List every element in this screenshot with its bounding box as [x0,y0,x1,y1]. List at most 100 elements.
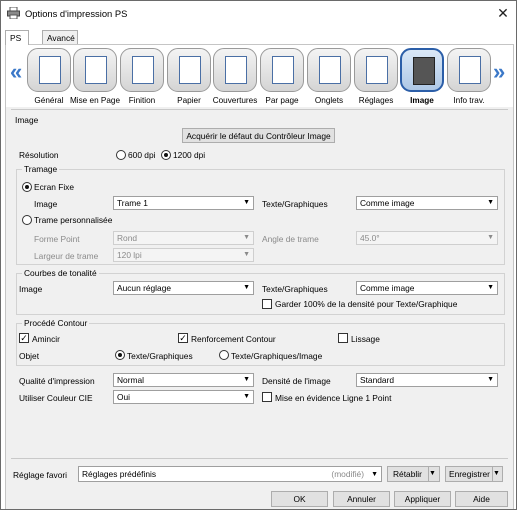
enregistrer-label: Enregistrer [449,469,490,479]
densite-select[interactable]: Standard ▼ [356,373,498,387]
job-info-icon[interactable] [447,48,491,92]
icon-label-image: Image [410,96,434,105]
chevron-down-icon: ▼ [371,471,378,478]
tramage-texte-select[interactable]: Comme image ▼ [356,196,498,210]
courbes-texte-label: Texte/Graphiques [262,284,328,294]
acquire-default-button[interactable]: Acquérir le défaut du Contrôleur Image [182,128,335,143]
settings-icon[interactable] [354,48,398,92]
resolution-1200-label: 1200 dpi [173,150,206,160]
tab-ps[interactable]: PS [5,30,29,45]
image-icon[interactable] [400,48,444,92]
amincir-checkbox[interactable]: ✓ [19,333,29,343]
renforcement-label: Renforcement Contour [191,334,276,344]
evidence-checkbox[interactable] [262,392,272,402]
title-bar: Options d'impression PS ✕ [1,1,516,25]
tramage-image-select[interactable]: Trame 1 ▼ [113,196,254,210]
courbes-texte-value: Comme image [360,283,415,293]
largeur-trame-label: Largeur de trame [34,251,99,261]
scroll-right-icon[interactable]: » [493,61,505,83]
garder-checkbox[interactable] [262,299,272,309]
courbes-texte-select[interactable]: Comme image ▼ [356,281,498,295]
cancel-button[interactable]: Annuler [333,491,390,507]
chevron-down-icon: ▼ [243,284,250,291]
ecran-fixe-label: Ecran Fixe [34,182,75,192]
icon-label-job-info: Info trav. [453,96,485,105]
icon-label-paper: Papier [177,96,201,105]
window-title: Options d'impression PS [25,8,128,19]
largeur-trame-value: 120 lpi [117,250,142,260]
retablir-label: Rétablir [393,469,422,479]
tramage-texte-label: Texte/Graphiques [262,199,328,209]
forme-point-select[interactable]: Rond ▼ [113,231,254,245]
icon-label-general: Général [34,96,64,105]
forme-point-value: Rond [117,233,138,243]
densite-value: Standard [360,375,394,385]
chevron-down-icon: ▼ [243,393,250,400]
chevron-down-icon[interactable]: ▼ [428,467,439,481]
tramage-image-label: Image [34,199,58,209]
chevron-down-icon: ▼ [487,199,494,206]
retablir-button[interactable]: Rétablir ▼ [387,466,440,482]
lissage-checkbox[interactable] [338,333,348,343]
help-button[interactable]: Aide [455,491,508,507]
courbes-title: Courbes de tonalité [22,268,99,278]
tramage-texte-value: Comme image [360,198,415,208]
chevron-down-icon: ▼ [487,376,494,383]
largeur-trame-select[interactable]: 120 lpi ▼ [113,248,254,262]
angle-trame-value: 45.0° [360,233,380,243]
image-section-title: Image [15,115,39,125]
resolution-600-radio[interactable] [116,150,126,160]
objet-texte-radio[interactable] [115,350,125,360]
icon-label-per-page: Par page [265,96,299,105]
contour-title: Procédé Contour [22,318,90,328]
covers-icon[interactable] [213,48,257,92]
apply-button[interactable]: Appliquer [394,491,451,507]
tabs-icon[interactable] [307,48,351,92]
print-options-dialog: Options d'impression PS ✕ PS Avancé « » … [0,0,517,510]
scroll-left-icon[interactable]: « [10,61,22,83]
close-icon[interactable]: ✕ [495,5,511,21]
couleur-cie-label: Utiliser Couleur CIE [19,393,93,403]
finishing-icon[interactable] [120,48,164,92]
tab-avance[interactable]: Avancé [42,30,78,45]
qualite-select[interactable]: Normal ▼ [113,373,254,387]
renforcement-checkbox[interactable]: ✓ [178,333,188,343]
courbes-image-value: Aucun réglage [117,283,172,293]
divider [11,458,508,459]
paper-icon[interactable] [167,48,211,92]
general-icon[interactable] [27,48,71,92]
densite-label: Densité de l'image [262,376,331,386]
angle-trame-select[interactable]: 45.0° ▼ [356,231,498,245]
garder-label: Garder 100% de la densité pour Texte/Gra… [275,299,458,309]
couleur-cie-select[interactable]: Oui ▼ [113,390,254,404]
icon-label-settings: Réglages [358,96,394,105]
lissage-label: Lissage [351,334,380,344]
chevron-down-icon: ▼ [487,284,494,291]
forme-point-label: Forme Point [34,234,80,244]
enregistrer-button[interactable]: Enregistrer ▼ [445,466,503,482]
courbes-image-select[interactable]: Aucun réglage ▼ [113,281,254,295]
printer-icon [7,7,20,19]
objet-label: Objet [19,351,40,361]
tramage-title: Tramage [22,164,60,174]
trame-perso-radio[interactable] [22,215,32,225]
chevron-down-icon: ▼ [243,199,250,206]
ok-button[interactable]: OK [271,491,328,507]
trame-perso-label: Trame personnalisée [34,215,113,225]
objet-texte-image-label: Texte/Graphiques/Image [231,351,323,361]
page-setup-icon[interactable] [73,48,117,92]
per-page-icon[interactable] [260,48,304,92]
favori-select[interactable]: Réglages prédéfinis (modifié) ▼ [78,466,382,482]
couleur-cie-value: Oui [117,392,131,402]
icon-label-finishing: Finition [128,96,156,105]
resolution-1200-radio[interactable] [161,150,171,160]
favori-value: Réglages prédéfinis [82,469,157,479]
ecran-fixe-radio[interactable] [22,182,32,192]
chevron-down-icon: ▼ [487,234,494,241]
amincir-label: Amincir [32,334,60,344]
objet-texte-image-radio[interactable] [219,350,229,360]
chevron-down-icon[interactable]: ▼ [492,467,502,481]
icon-label-covers: Couvertures [212,96,258,105]
chevron-down-icon: ▼ [243,251,250,258]
resolution-label: Résolution [19,150,59,160]
